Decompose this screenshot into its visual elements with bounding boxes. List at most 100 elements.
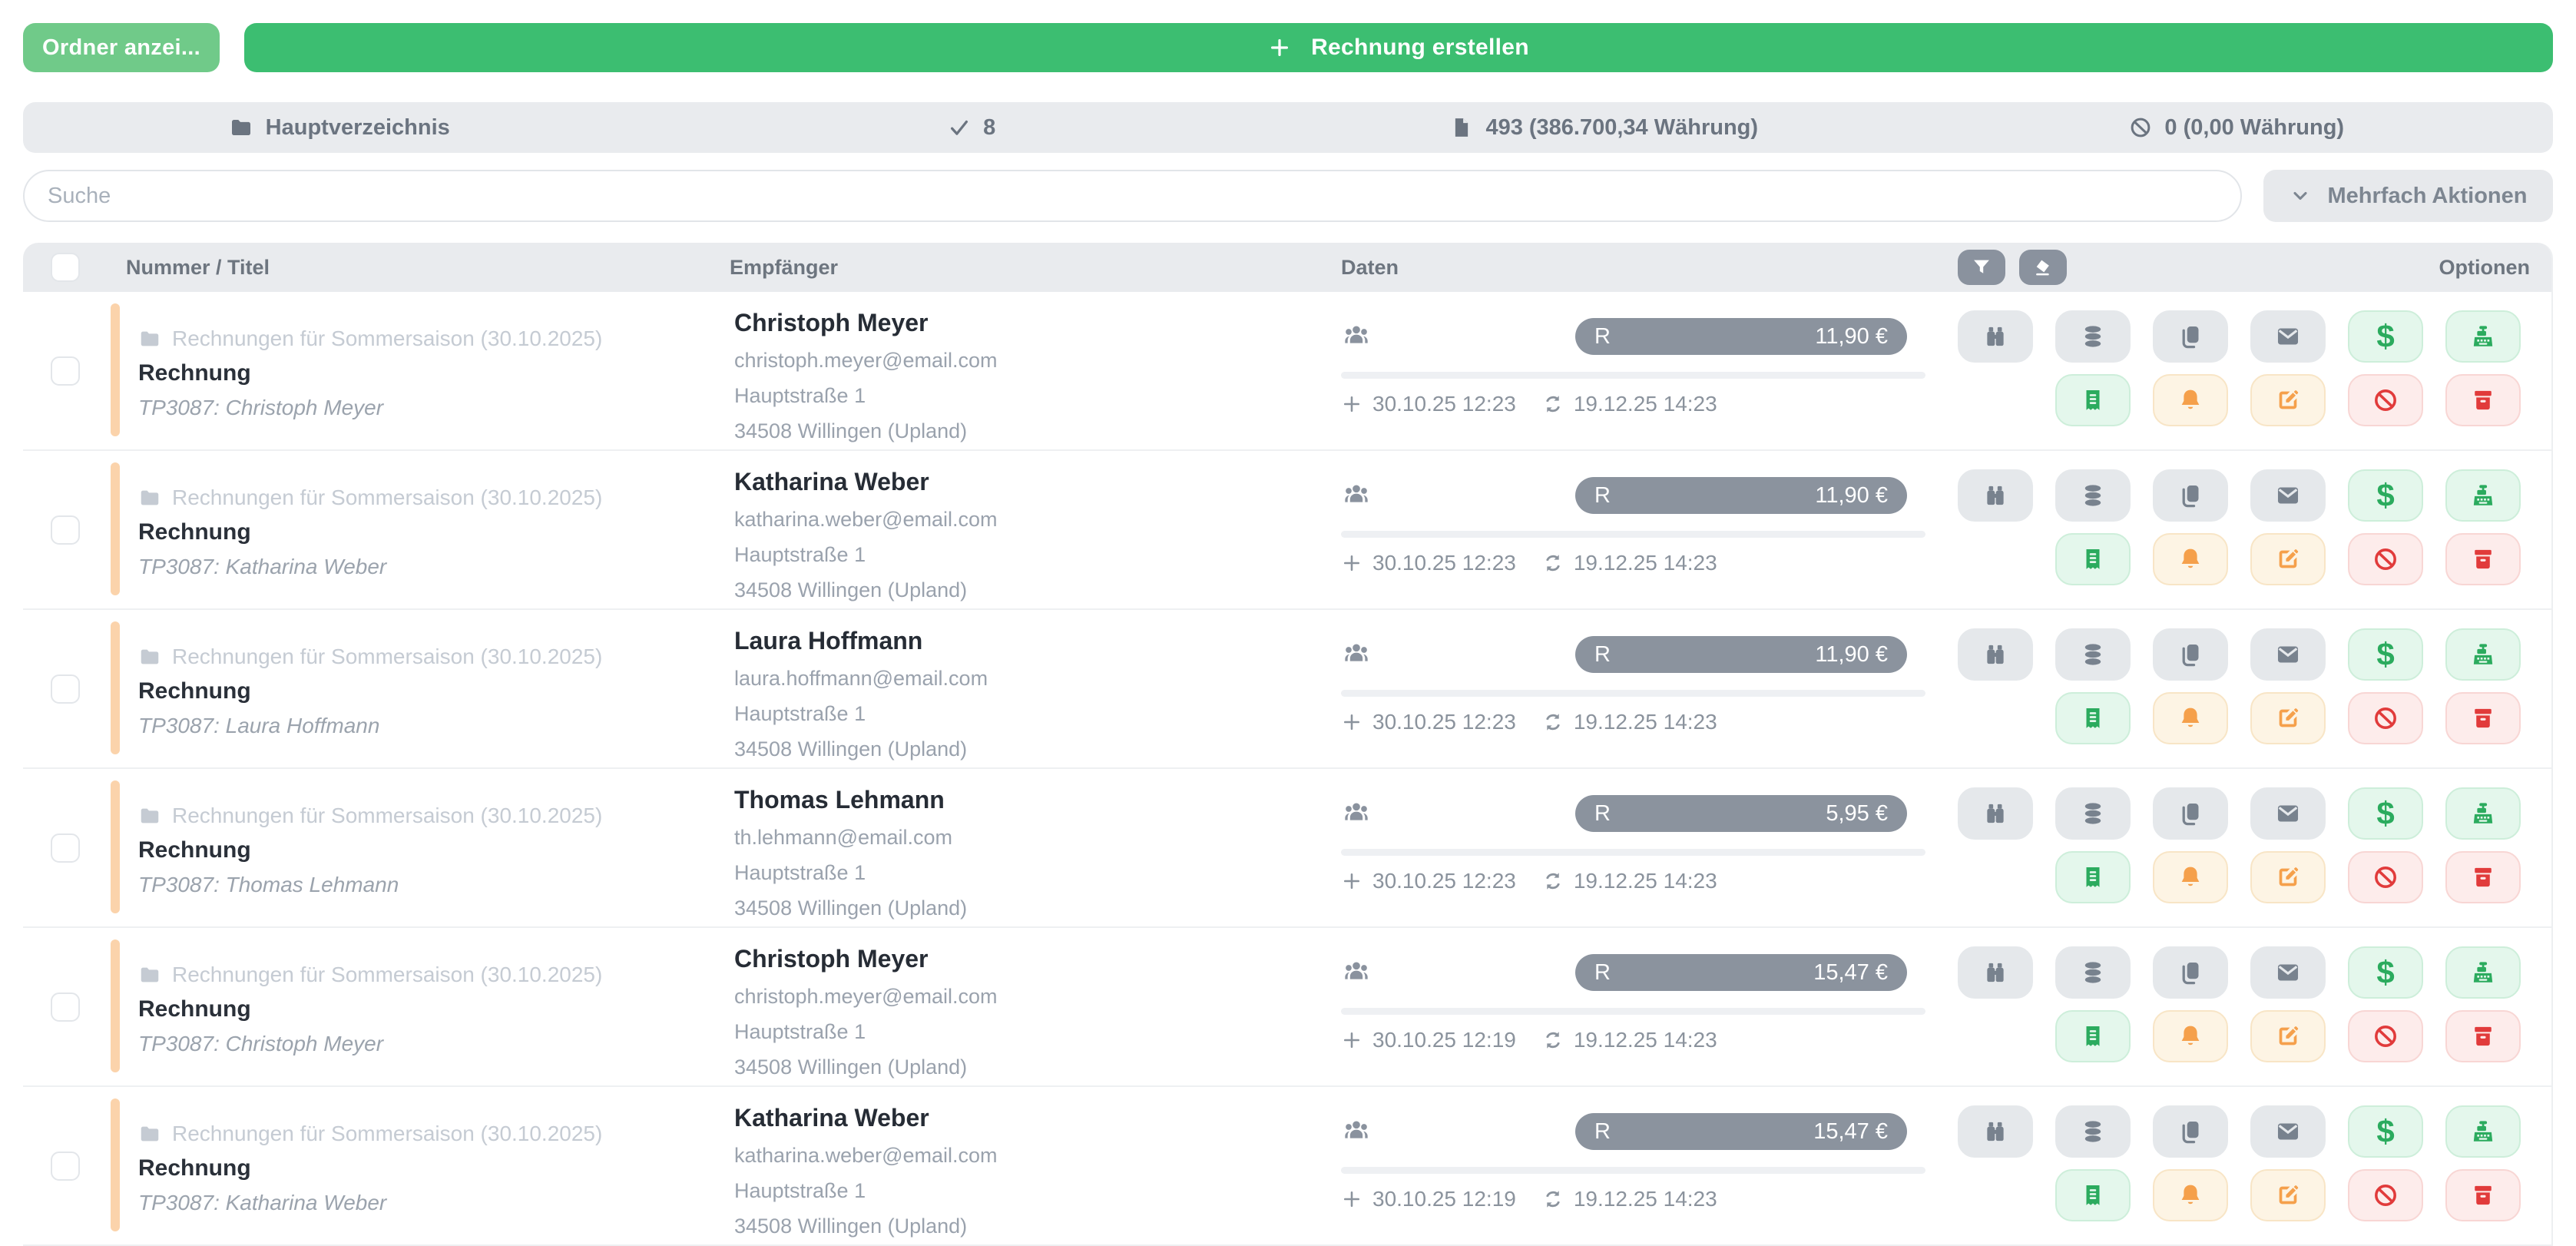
row-checkbox[interactable] — [51, 515, 80, 545]
dollar-button[interactable]: $ — [2348, 1105, 2423, 1158]
row-checkbox[interactable] — [51, 356, 80, 386]
select-all-checkbox[interactable] — [51, 253, 80, 282]
archive-button[interactable] — [2445, 533, 2521, 585]
receipt-button[interactable] — [2055, 692, 2131, 744]
data-top-line: R 11,90 € — [1341, 318, 1925, 355]
stat-current-folder: Hauptverzeichnis — [23, 115, 656, 141]
copy-button[interactable] — [2153, 628, 2228, 681]
bell-button[interactable] — [2153, 374, 2228, 426]
copy-button[interactable] — [2153, 946, 2228, 999]
dollar-button[interactable]: $ — [2348, 628, 2423, 681]
bell-button[interactable] — [2153, 1169, 2228, 1221]
row-checkbox[interactable] — [51, 674, 80, 704]
edit-button[interactable] — [2250, 533, 2326, 585]
binoculars-button[interactable] — [1958, 946, 2033, 999]
edit-button[interactable] — [2250, 374, 2326, 426]
copy-button[interactable] — [2153, 1105, 2228, 1158]
edit-button[interactable] — [2250, 1169, 2326, 1221]
actions-cell: $ — [1949, 451, 2551, 608]
binoculars-button[interactable] — [1958, 469, 2033, 522]
row-accent-bar — [111, 1099, 120, 1231]
coins-button[interactable] — [2055, 469, 2131, 522]
dollar-button[interactable]: $ — [2348, 310, 2423, 363]
dates-line: 30.10.25 12:23 19.12.25 14:23 — [1341, 710, 1925, 734]
cash-register-button[interactable] — [2445, 469, 2521, 522]
archive-button[interactable] — [2445, 374, 2521, 426]
binoculars-button[interactable] — [1958, 310, 2033, 363]
cancel-button[interactable] — [2348, 533, 2423, 585]
cancel-button[interactable] — [2348, 1169, 2423, 1221]
coins-button[interactable] — [2055, 1105, 2131, 1158]
copy-button[interactable] — [2153, 310, 2228, 363]
stat-folder-label: Hauptverzeichnis — [266, 115, 450, 141]
filter-button[interactable] — [1958, 250, 2005, 285]
cash-register-button[interactable] — [2445, 787, 2521, 840]
cancel-button[interactable] — [2348, 692, 2423, 744]
coins-button[interactable] — [2055, 946, 2131, 999]
mail-button[interactable] — [2250, 628, 2326, 681]
mail-button[interactable] — [2250, 787, 2326, 840]
cancel-button[interactable] — [2348, 1010, 2423, 1062]
binoculars-button[interactable] — [1958, 1105, 2033, 1158]
archive-button[interactable] — [2445, 1169, 2521, 1221]
receipt-button[interactable] — [2055, 1010, 2131, 1062]
receipt-button[interactable] — [2055, 533, 2131, 585]
search-row: Mehrfach Aktionen — [23, 170, 2553, 222]
actions-row-1: $ — [1958, 310, 2530, 363]
coins-button[interactable] — [2055, 787, 2131, 840]
receipt-button[interactable] — [2055, 851, 2131, 903]
ban-icon — [2372, 705, 2399, 731]
row-accent-bar — [111, 462, 120, 595]
dollar-button[interactable]: $ — [2348, 946, 2423, 999]
created-date: 30.10.25 12:19 — [1372, 1028, 1516, 1052]
cash-register-button[interactable] — [2445, 1105, 2521, 1158]
edit-button[interactable] — [2250, 851, 2326, 903]
archive-button[interactable] — [2445, 1010, 2521, 1062]
ban-icon — [2372, 1023, 2399, 1049]
refresh-icon — [1542, 1029, 1564, 1051]
receipt-icon — [2080, 546, 2106, 572]
row-checkbox[interactable] — [51, 1152, 80, 1181]
bell-button[interactable] — [2153, 533, 2228, 585]
dollar-button[interactable]: $ — [2348, 787, 2423, 840]
stat-checked-count: 8 — [983, 115, 995, 141]
edit-button[interactable] — [2250, 1010, 2326, 1062]
mail-button[interactable] — [2250, 310, 2326, 363]
bell-button[interactable] — [2153, 692, 2228, 744]
edit-button[interactable] — [2250, 692, 2326, 744]
copy-icon — [2177, 641, 2204, 668]
search-input[interactable] — [23, 170, 2242, 222]
cash-register-button[interactable] — [2445, 628, 2521, 681]
dollar-button[interactable]: $ — [2348, 469, 2423, 522]
receipt-button[interactable] — [2055, 1169, 2131, 1221]
row-checkbox[interactable] — [51, 833, 80, 863]
cancel-button[interactable] — [2348, 851, 2423, 903]
badge-amount: 11,90 € — [1815, 642, 1888, 668]
create-invoice-button[interactable]: Rechnung erstellen — [244, 23, 2553, 72]
recipient-street: Hauptstraße 1 — [734, 702, 1332, 726]
envelope-icon — [2275, 1118, 2301, 1145]
mail-button[interactable] — [2250, 469, 2326, 522]
bulk-actions-button[interactable]: Mehrfach Aktionen — [2263, 170, 2553, 222]
show-folders-button[interactable]: Ordner anzei... — [23, 23, 220, 72]
row-checkbox[interactable] — [51, 992, 80, 1022]
coins-button[interactable] — [2055, 310, 2131, 363]
cash-register-button[interactable] — [2445, 310, 2521, 363]
copy-button[interactable] — [2153, 787, 2228, 840]
progress-bar — [1341, 1167, 1925, 1174]
archive-button[interactable] — [2445, 692, 2521, 744]
actions-row-2 — [2055, 851, 2530, 903]
clear-filter-button[interactable] — [2019, 250, 2067, 285]
receipt-button[interactable] — [2055, 374, 2131, 426]
cash-register-button[interactable] — [2445, 946, 2521, 999]
mail-button[interactable] — [2250, 946, 2326, 999]
bell-button[interactable] — [2153, 851, 2228, 903]
copy-button[interactable] — [2153, 469, 2228, 522]
coins-button[interactable] — [2055, 628, 2131, 681]
binoculars-button[interactable] — [1958, 787, 2033, 840]
cancel-button[interactable] — [2348, 374, 2423, 426]
mail-button[interactable] — [2250, 1105, 2326, 1158]
binoculars-button[interactable] — [1958, 628, 2033, 681]
archive-button[interactable] — [2445, 851, 2521, 903]
bell-button[interactable] — [2153, 1010, 2228, 1062]
